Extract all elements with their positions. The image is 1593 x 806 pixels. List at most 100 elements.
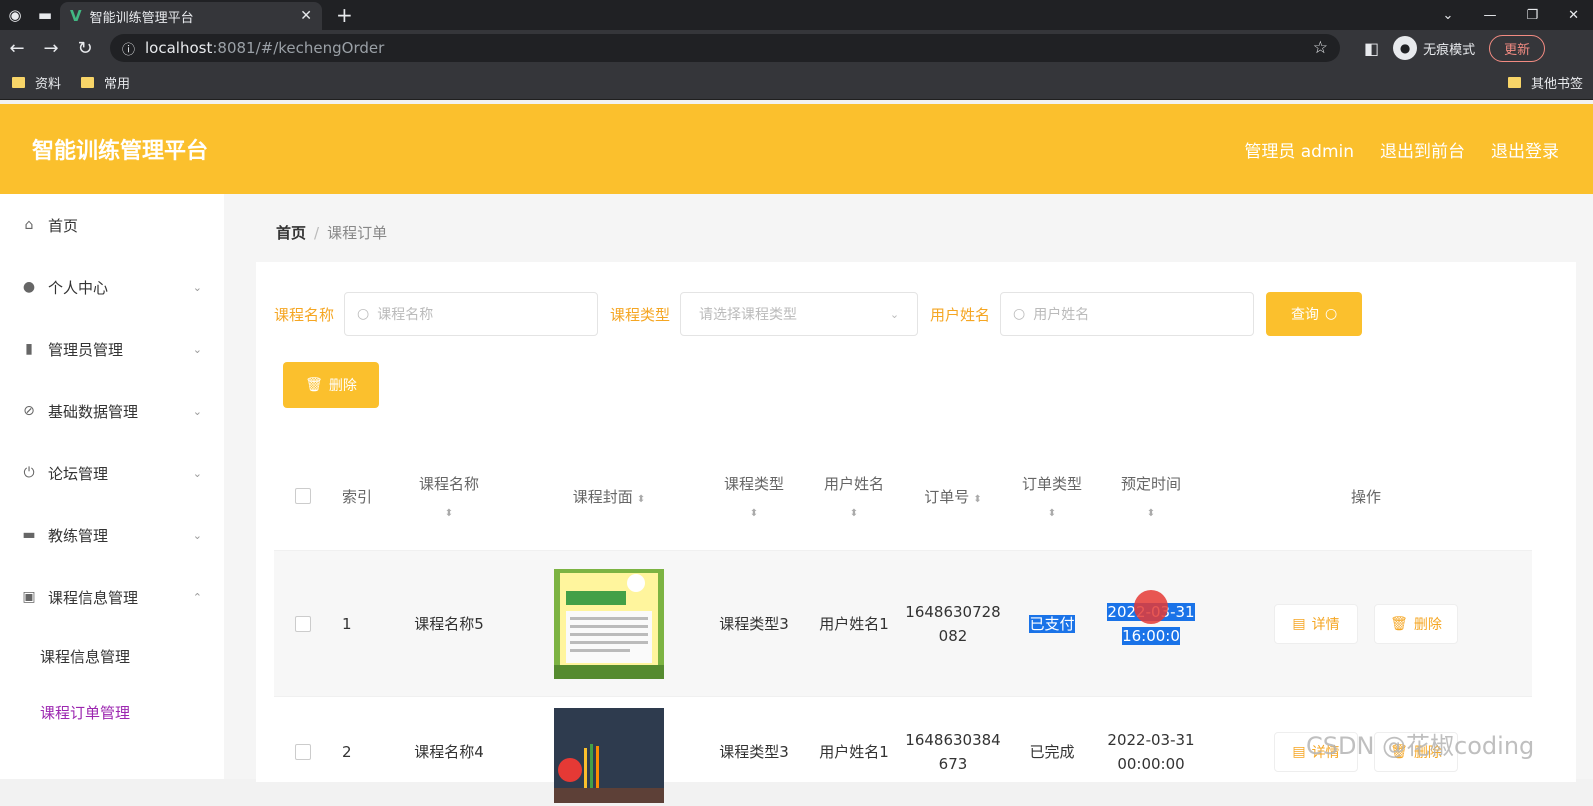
sidebar-item-label: 基础数据管理: [48, 402, 139, 421]
tab-close-icon[interactable]: ✕: [300, 8, 312, 24]
other-bookmarks[interactable]: 其他书签: [1507, 73, 1583, 92]
breadcrumb-home[interactable]: 首页: [276, 224, 306, 242]
sort-icon[interactable]: ⬍: [804, 508, 904, 519]
trash-icon: 🗑: [1390, 615, 1408, 632]
order-type-text: 已支付: [1029, 615, 1075, 633]
course-type-select[interactable]: 请选择课程类型 ⌄: [680, 292, 919, 336]
sort-icon[interactable]: ⬍: [1102, 508, 1200, 519]
close-window-icon[interactable]: ✕: [1568, 8, 1579, 23]
forward-icon[interactable]: →: [34, 38, 68, 59]
sort-icon[interactable]: ⬍: [637, 494, 645, 505]
trash-icon: 🗑: [305, 377, 323, 393]
app-header: 智能训练管理平台 管理员 admin 退出到前台 退出登录: [0, 104, 1593, 194]
header-order-type[interactable]: 订单类型 ⬍: [1002, 473, 1102, 519]
sidebar-item-course-info[interactable]: ▣ 课程信息管理 ⌃: [0, 566, 224, 628]
course-name-input[interactable]: ○ 课程名称: [344, 292, 599, 336]
sidebar-item-home[interactable]: ⌂ 首页: [0, 194, 224, 256]
query-button[interactable]: 查询 ○: [1266, 292, 1363, 336]
cell-cover: [514, 568, 704, 679]
logout-link[interactable]: 退出登录: [1491, 137, 1559, 162]
sort-icon[interactable]: ⬍: [1002, 508, 1102, 519]
browser-tabbar: ◉ ▬ V 智能训练管理平台 ✕ + ⌄ — ❐ ✕: [0, 0, 1593, 30]
vue-logo-icon: V: [70, 7, 82, 25]
incognito-indicator[interactable]: ● 无痕模式: [1393, 36, 1475, 60]
sidebar-item-admin-management[interactable]: ▮ 管理员管理 ⌄: [0, 318, 224, 380]
content-panel: 课程名称 ○ 课程名称 课程类型 请选择课程类型 ⌄ 用户姓名 ○ 用户姓名 查…: [256, 262, 1576, 803]
browser-tab[interactable]: V 智能训练管理平台 ✕: [60, 2, 322, 30]
exit-to-front-link[interactable]: 退出到前台: [1380, 137, 1465, 162]
bookmark-folder-changyong[interactable]: 常用: [81, 73, 130, 92]
globe-icon[interactable]: ◉: [0, 0, 30, 30]
back-icon[interactable]: ←: [0, 38, 34, 59]
course-name-placeholder: 课程名称: [377, 307, 434, 323]
bookmark-folder-ziliao[interactable]: 资料: [12, 73, 61, 92]
new-tab-icon[interactable]: +: [336, 3, 353, 27]
search-icon: ○: [357, 306, 370, 322]
sidebar-subitem-course-order[interactable]: 课程订单管理: [0, 684, 224, 740]
sidebar-item-coach[interactable]: ▬ 教练管理 ⌄: [0, 504, 224, 566]
update-button[interactable]: 更新: [1489, 34, 1546, 62]
table-row[interactable]: 1 课程名称5 课程类型3 用户姓名1 1648630728082 已支付 16…: [274, 550, 1532, 696]
user-name-input[interactable]: ○ 用户姓名: [1000, 292, 1255, 336]
sidebar-item-label: 首页: [48, 216, 79, 235]
sidebar: ⌂ 首页 ● 个人中心 ⌄ ▮ 管理员管理 ⌄ ⊘ 基础数据管理 ⌄ ⏻ 论坛管…: [0, 194, 224, 779]
cell-index: 2: [342, 742, 352, 761]
cell-course-type: 课程类型3: [719, 743, 789, 761]
row-delete-button[interactable]: 🗑 删除: [1374, 603, 1458, 644]
header-order-no[interactable]: 订单号 ⬍: [904, 486, 1002, 507]
sidebar-subitem-course-info[interactable]: 课程信息管理: [0, 628, 224, 684]
home-icon: ⌂: [24, 217, 34, 233]
header-user-name[interactable]: 用户姓名 ⬍: [804, 473, 904, 519]
info-icon[interactable]: ⓘ: [122, 39, 135, 58]
sort-icon[interactable]: ⬍: [704, 508, 804, 519]
row-checkbox[interactable]: [295, 615, 311, 632]
sidebar-item-label: 论坛管理: [48, 464, 109, 483]
watermark: CSDN @花椒coding: [1306, 732, 1535, 760]
url-field[interactable]: ⓘ localhost:8081/#/kechengOrder ☆: [110, 34, 1340, 62]
header-course-type[interactable]: 课程类型 ⬍: [704, 473, 804, 519]
restore-icon[interactable]: ❐: [1526, 8, 1538, 23]
course-cover-image[interactable]: [554, 708, 664, 803]
course-cover-image[interactable]: [554, 568, 664, 679]
chevron-down-icon: ⌄: [889, 307, 900, 321]
window-icon[interactable]: ▬: [30, 0, 60, 30]
chat-icon: ▬: [22, 527, 36, 543]
minimize-icon[interactable]: —: [1483, 8, 1496, 23]
sidebar-item-forum[interactable]: ⏻ 论坛管理 ⌄: [0, 442, 224, 504]
breadcrumb-current: 课程订单: [327, 224, 388, 242]
url-path: :8081/#/kechengOrder: [212, 39, 385, 57]
power-icon: ⏻: [23, 465, 35, 481]
cell-order-type: 已完成: [1029, 743, 1075, 761]
document-icon: ▤: [1292, 615, 1306, 632]
header-index: 索引: [342, 487, 373, 506]
cell-course-name: 课程名称4: [414, 743, 484, 761]
sort-icon[interactable]: ⬍: [973, 494, 981, 505]
admin-label: 管理员 admin: [1244, 141, 1354, 162]
bookmark-label: 常用: [104, 77, 131, 92]
header-label: 课程名称: [418, 475, 479, 493]
reload-icon[interactable]: ↻: [68, 38, 102, 59]
bookmark-star-icon[interactable]: ☆: [1313, 38, 1328, 58]
chevron-up-icon: ⌃: [192, 590, 202, 604]
header-cover[interactable]: 课程封面 ⬍: [514, 486, 704, 507]
bulk-delete-button[interactable]: 🗑 删除: [283, 362, 379, 408]
side-panel-icon[interactable]: ◧: [1364, 39, 1379, 58]
row-checkbox[interactable]: [295, 743, 311, 760]
main-content: 首页 / 课程订单 课程名称 ○ 课程名称 课程类型 请选择课程类型 ⌄ 用户姓名 …: [224, 194, 1593, 803]
cell-user-name: 用户姓名1: [819, 743, 889, 761]
sidebar-item-basic-data[interactable]: ⊘ 基础数据管理 ⌄: [0, 380, 224, 442]
sort-icon[interactable]: ⬍: [384, 508, 514, 519]
sidebar-item-personal-center[interactable]: ● 个人中心 ⌄: [0, 256, 224, 318]
tab-search-icon[interactable]: ⌄: [1443, 8, 1454, 23]
query-label: 查询: [1290, 307, 1319, 323]
detail-button[interactable]: ▤ 详情: [1274, 603, 1358, 644]
header-reserve-time[interactable]: 预定时间 ⬍: [1102, 473, 1200, 519]
chevron-down-icon: ⌄: [192, 280, 202, 294]
select-all-checkbox[interactable]: [295, 488, 311, 504]
header-course-name[interactable]: 课程名称 ⬍: [384, 473, 514, 519]
bookmark-label: 资料: [35, 77, 62, 92]
header-label: 订单类型: [1021, 475, 1082, 493]
user-name-label: 用户姓名: [930, 305, 991, 324]
tab-title: 智能训练管理平台: [89, 10, 194, 26]
cell-course-type: 课程类型3: [719, 615, 789, 633]
